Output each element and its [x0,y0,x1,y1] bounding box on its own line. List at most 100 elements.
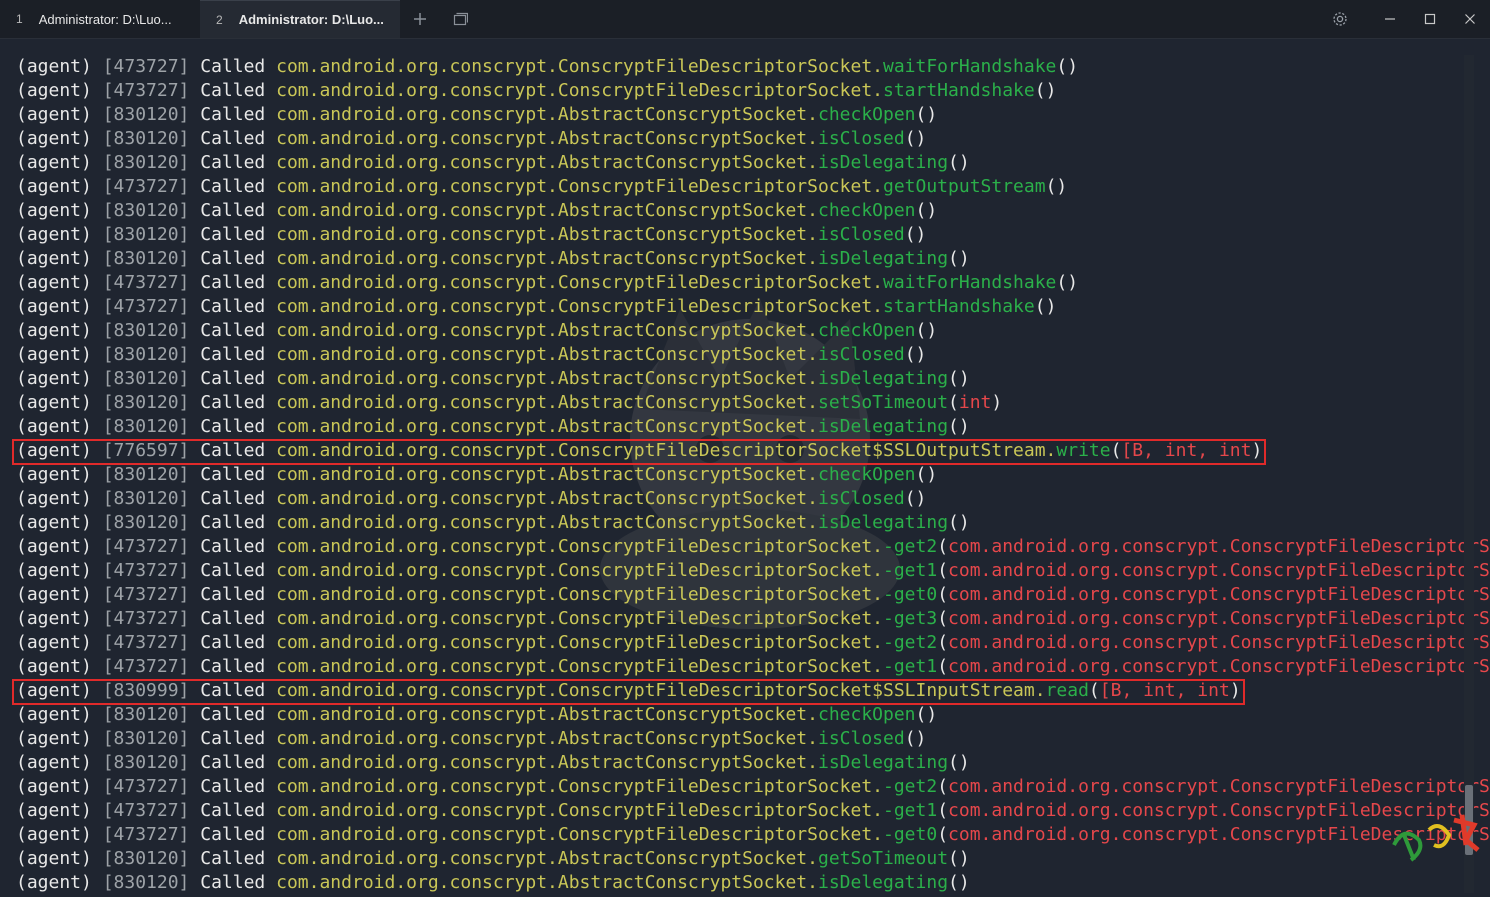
open-paren: ( [948,248,959,269]
dot-separator: . [872,824,883,845]
called-label: Called [200,584,266,605]
open-paren: ( [937,584,949,605]
class-name: com.android.org.conscrypt.ConscryptFileD… [276,656,873,677]
open-paren: ( [1056,272,1068,293]
dot-separator: . [807,104,818,125]
close-paren: ) [926,464,938,485]
called-label: Called [200,608,266,629]
method-name: isClosed [817,224,905,245]
process-id: [830120] [102,392,190,413]
open-paren: ( [904,488,916,509]
scrollbar[interactable] [1464,55,1474,893]
method-name: setSoTimeout [817,392,949,413]
class-name: com.android.org.conscrypt.AbstractConscr… [276,416,808,437]
process-id: [830120] [102,200,190,221]
tab-2[interactable]: 2 Administrator: D:\Luo... [200,0,400,38]
terminal-output[interactable]: (agent) [473727] Called com.android.org.… [0,39,1490,897]
method-name: isClosed [817,344,905,365]
called-label: Called [200,680,266,701]
agent-tag: (agent) [16,416,92,437]
process-id: [830120] [102,512,190,533]
class-name: com.android.org.conscrypt.AbstractConscr… [276,344,808,365]
class-name: com.android.org.conscrypt.ConscryptFileD… [276,440,1046,461]
process-id: [830120] [102,344,190,365]
argument-types: com.android.org.conscrypt.ConscryptFileD… [948,656,1490,677]
class-name: com.android.org.conscrypt.AbstractConscr… [276,464,808,485]
log-line: (agent) [473727] Called com.android.org.… [16,655,1490,679]
agent-tag: (agent) [16,152,92,173]
scrollbar-thumb[interactable] [1465,785,1473,855]
process-id: [473727] [102,776,190,797]
process-id: [830120] [102,728,190,749]
dot-separator: . [807,488,818,509]
argument-types: com.android.org.conscrypt.ConscryptFileD… [948,800,1490,821]
log-line: (agent) [830120] Called com.android.org.… [16,847,1490,871]
close-icon[interactable] [1460,9,1480,29]
close-paren: ) [1067,272,1079,293]
open-paren: ( [937,824,949,845]
method-name: -get3 [883,608,938,629]
agent-tag: (agent) [16,440,92,461]
open-paren: ( [1034,80,1046,101]
close-paren: ) [1251,440,1263,461]
argument-types: [B, int, int [1099,680,1230,701]
method-name: waitForHandshake [883,56,1057,77]
dot-separator: . [807,368,818,389]
log-line: (agent) [830120] Called com.android.org.… [16,319,1490,343]
close-paren: ) [1229,680,1241,701]
agent-tag: (agent) [16,824,92,845]
maximize-icon[interactable] [1420,9,1440,29]
process-id: [830120] [102,104,190,125]
process-id: [776597] [102,440,190,461]
process-id: [830999] [102,680,190,701]
plus-icon[interactable] [410,9,430,29]
dot-separator: . [1034,680,1046,701]
tab-bar: 1 Administrator: D:\Luo... 2 Administrat… [0,0,1490,39]
method-name: isDelegating [817,248,949,269]
called-label: Called [200,752,266,773]
method-name: checkOpen [817,104,916,125]
class-name: com.android.org.conscrypt.ConscryptFileD… [276,536,873,557]
process-id: [473727] [102,632,190,653]
agent-tag: (agent) [16,872,92,893]
log-line: (agent) [830120] Called com.android.org.… [16,415,1490,439]
tab-1[interactable]: 1 Administrator: D:\Luo... [0,0,200,38]
called-label: Called [200,416,266,437]
argument-types: com.android.org.conscrypt.ConscryptFileD… [948,824,1490,845]
dot-separator: . [1045,440,1057,461]
method-name: isClosed [817,728,905,749]
process-id: [473727] [102,56,190,77]
class-name: com.android.org.conscrypt.ConscryptFileD… [276,608,873,629]
class-name: com.android.org.conscrypt.ConscryptFileD… [276,824,873,845]
method-name: -get2 [883,776,938,797]
dot-separator: . [807,320,818,341]
close-paren: ) [915,224,927,245]
class-name: com.android.org.conscrypt.AbstractConscr… [276,848,808,869]
method-name: -get1 [883,560,938,581]
gear-icon[interactable] [1330,9,1350,29]
log-line: (agent) [830120] Called com.android.org.… [16,391,1490,415]
agent-tag: (agent) [16,512,92,533]
minimize-icon[interactable] [1380,9,1400,29]
process-id: [830120] [102,464,190,485]
window-icon[interactable] [450,9,470,29]
log-line-highlighted: (agent) [776597] Called com.android.org.… [16,439,1490,463]
process-id: [830120] [102,848,190,869]
log-line: (agent) [830120] Called com.android.org.… [16,511,1490,535]
close-paren: ) [958,416,970,437]
dot-separator: . [807,416,818,437]
called-label: Called [200,440,266,461]
method-name: isDelegating [817,752,949,773]
process-id: [830120] [102,704,190,725]
class-name: com.android.org.conscrypt.AbstractConscr… [276,872,808,893]
agent-tag: (agent) [16,800,92,821]
agent-tag: (agent) [16,392,92,413]
class-name: com.android.org.conscrypt.ConscryptFileD… [276,800,873,821]
dot-separator: . [807,224,818,245]
dot-separator: . [807,200,818,221]
argument-types: com.android.org.conscrypt.ConscryptFileD… [948,536,1490,557]
called-label: Called [200,128,266,149]
method-name: -get2 [883,536,938,557]
called-label: Called [200,872,266,893]
open-paren: ( [1056,56,1068,77]
